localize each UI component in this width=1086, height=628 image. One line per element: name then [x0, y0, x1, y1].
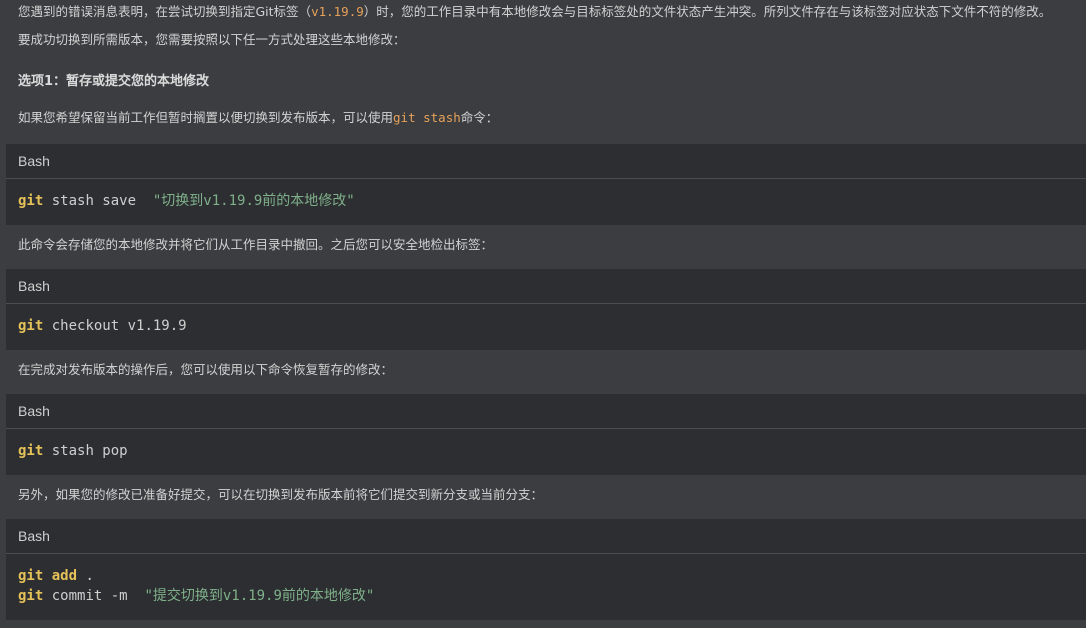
code-block-stash-save: Bash git stash save "切换到v1.19.9前的本地修改": [6, 144, 1086, 225]
paragraph-intro-part-1: 您遇到的错误消息表明，在尝试切换到指定Git标签（: [18, 4, 312, 19]
code-text: stash save: [43, 193, 153, 209]
code-line: git add .: [18, 566, 1086, 586]
code-keyword: git: [18, 193, 44, 209]
code-content[interactable]: git stash pop: [18, 429, 1086, 475]
paragraph-stash: 如果您希望保留当前工作但暂时搁置以便切换到发布版本，可以使用git stash命…: [18, 108, 1086, 128]
paragraph-stash-part-1: 如果您希望保留当前工作但暂时搁置以便切换到发布版本，可以使用: [18, 110, 394, 125]
inline-code-git-stash: git stash: [393, 110, 461, 125]
code-keyword: git: [18, 443, 44, 459]
code-text: checkout v1.19.9: [43, 318, 187, 334]
paragraph-commit: 另外，如果您的修改已准备好提交，可以在切换到发布版本前将它们提交到新分支或当前分…: [18, 487, 544, 502]
code-text: commit -m: [43, 588, 145, 604]
code-string: "提交切换到v1.19.9前的本地修改": [144, 588, 375, 604]
paragraph-restore: 在完成对发布版本的操作后，您可以使用以下命令恢复暂存的修改：: [18, 362, 394, 377]
code-content[interactable]: git add . git commit -m "提交切换到v1.19.9前的本地…: [18, 554, 1086, 620]
code-keyword: git: [18, 588, 44, 604]
code-text: .: [77, 568, 94, 584]
code-text: stash pop: [43, 443, 128, 459]
code-language-label: Bash: [18, 528, 50, 544]
code-content[interactable]: git checkout v1.19.9: [18, 304, 1086, 350]
code-content[interactable]: git stash save "切换到v1.19.9前的本地修改": [18, 179, 1086, 225]
paragraph-instructions: 要成功切换到所需版本，您需要按照以下任一方式处理这些本地修改：: [18, 32, 406, 47]
paragraph-intro: 您遇到的错误消息表明，在尝试切换到指定Git标签（v1.19.9）时，您的工作目…: [18, 2, 1086, 22]
code-line: git commit -m "提交切换到v1.19.9前的本地修改": [18, 586, 1086, 606]
code-language-label: Bash: [18, 153, 50, 169]
code-block-checkout: Bash git checkout v1.19.9: [6, 269, 1086, 350]
code-line: git stash pop: [18, 441, 1086, 461]
code-block-commit: Bash git add . git commit -m "提交切换到v1.19.…: [6, 519, 1086, 620]
section-heading: 选项1：暂存或提交您的本地修改: [18, 74, 210, 89]
paragraph-stash-explanation: 此命令会存储您的本地修改并将它们从工作目录中撤回。之后您可以安全地检出标签：: [18, 237, 494, 252]
code-language-label: Bash: [18, 278, 50, 294]
code-language-label: Bash: [18, 403, 50, 419]
code-keyword: git: [18, 318, 44, 334]
code-keyword: add: [51, 568, 78, 584]
code-line: git checkout v1.19.9: [18, 316, 1086, 336]
inline-code-tag: v1.19.9: [311, 4, 364, 19]
paragraph-stash-part-2: 命令：: [460, 110, 499, 125]
code-keyword: git: [18, 568, 44, 584]
code-line: git stash save "切换到v1.19.9前的本地修改": [18, 191, 1086, 211]
code-block-stash-pop: Bash git stash pop: [6, 394, 1086, 475]
code-string: "切换到v1.19.9前的本地修改": [152, 193, 355, 209]
chat-response: 您遇到的错误消息表明，在尝试切换到指定Git标签（v1.19.9）时，您的工作目…: [0, 0, 1086, 628]
paragraph-intro-part-2: ）时，您的工作目录中有本地修改会与目标标签处的文件状态产生冲突。所列文件存在与该…: [363, 4, 1052, 19]
